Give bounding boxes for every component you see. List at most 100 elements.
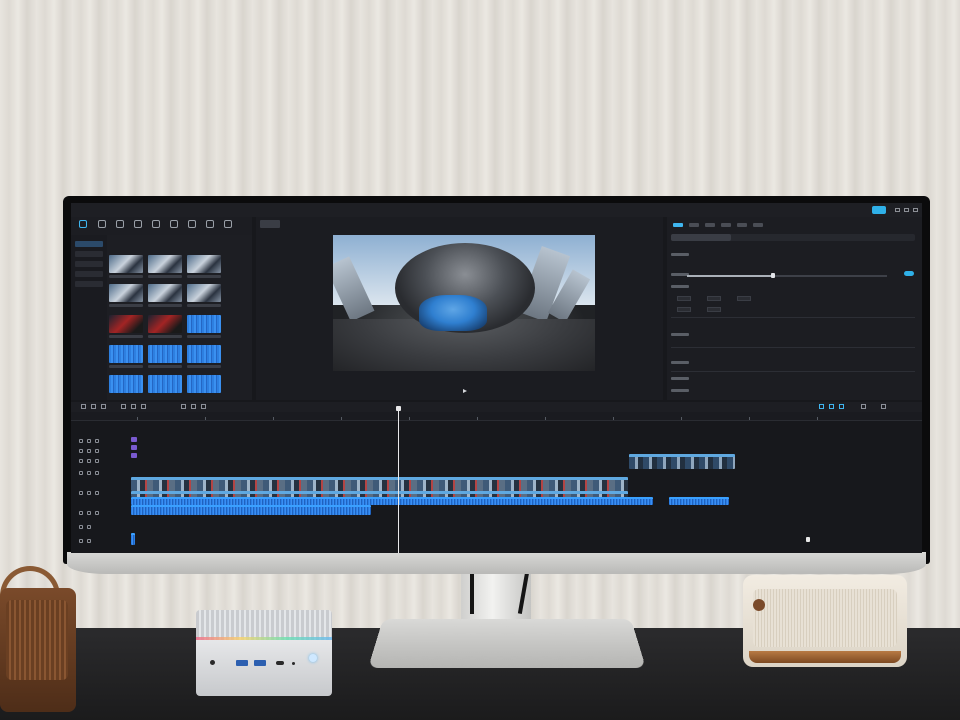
audio-thumbnail[interactable] [109, 375, 143, 393]
media-thumbnail[interactable] [148, 255, 182, 273]
timeline-ruler[interactable] [71, 412, 922, 421]
minimize-icon[interactable] [895, 208, 900, 212]
eye-icon[interactable] [87, 491, 91, 495]
playhead[interactable] [398, 406, 399, 553]
magnet-icon[interactable] [819, 404, 824, 409]
scale-slider[interactable] [687, 273, 887, 278]
text-icon[interactable] [116, 220, 124, 228]
audio-icon[interactable] [98, 220, 106, 228]
media-thumbnail[interactable] [148, 315, 182, 333]
value-field[interactable] [677, 307, 691, 312]
delete-icon[interactable] [131, 404, 136, 409]
eye-icon[interactable] [87, 539, 91, 543]
lock-icon[interactable] [79, 491, 83, 495]
media-icon[interactable] [79, 220, 87, 228]
lock-icon[interactable] [79, 525, 83, 529]
mirror-icon[interactable] [181, 404, 186, 409]
sidebar-item[interactable] [75, 281, 103, 287]
value-field[interactable] [677, 296, 691, 301]
audio-clip[interactable] [131, 497, 653, 505]
main-video-clip[interactable] [131, 477, 628, 491]
audio-icon[interactable] [95, 471, 99, 475]
zoom-out-icon[interactable] [861, 404, 866, 409]
audio-thumbnail[interactable] [187, 345, 221, 363]
undo-icon[interactable] [91, 404, 96, 409]
slider-handle[interactable] [771, 273, 775, 278]
eye-icon[interactable] [87, 459, 91, 463]
playhead-handle[interactable] [396, 406, 401, 411]
select-icon[interactable] [81, 404, 86, 409]
media-thumbnail[interactable] [148, 284, 182, 302]
toggle-switch[interactable] [904, 271, 914, 276]
audio-icon[interactable] [95, 449, 99, 453]
transition-icon[interactable] [170, 220, 178, 228]
media-thumbnail[interactable] [109, 255, 143, 273]
preview-axis-icon[interactable] [839, 404, 844, 409]
media-thumbnail[interactable] [109, 284, 143, 302]
close-icon[interactable] [913, 208, 918, 212]
audio-thumbnail[interactable] [187, 315, 221, 333]
maximize-icon[interactable] [904, 208, 909, 212]
audio-thumbnail[interactable] [109, 345, 143, 363]
media-thumbnail[interactable] [109, 315, 143, 333]
media-thumbnail[interactable] [187, 284, 221, 302]
audio-icon[interactable] [95, 439, 99, 443]
adjust-icon[interactable] [206, 220, 214, 228]
lock-icon[interactable] [79, 539, 83, 543]
sticker-clip[interactable] [131, 453, 137, 458]
properties-tab[interactable] [721, 223, 731, 227]
link-icon[interactable] [829, 404, 834, 409]
monitor-screen [71, 203, 922, 553]
sticker-clip[interactable] [131, 437, 137, 442]
eye-icon[interactable] [87, 439, 91, 443]
audio-thumbnail[interactable] [187, 375, 221, 393]
ruler-tick [681, 417, 682, 420]
lock-icon[interactable] [79, 471, 83, 475]
media-thumbnail[interactable] [187, 255, 221, 273]
value-field[interactable] [707, 307, 721, 312]
sidebar-item[interactable] [75, 251, 103, 257]
properties-tab[interactable] [689, 223, 699, 227]
export-button[interactable] [872, 206, 886, 214]
lock-icon[interactable] [79, 449, 83, 453]
audio-thumbnail[interactable] [148, 345, 182, 363]
sticker-clip[interactable] [131, 445, 137, 450]
template-icon[interactable] [224, 220, 232, 228]
lock-icon[interactable] [79, 439, 83, 443]
eye-icon[interactable] [87, 511, 91, 515]
audio-clip[interactable] [669, 497, 729, 505]
zoom-in-icon[interactable] [881, 404, 886, 409]
filter-icon[interactable] [188, 220, 196, 228]
eye-icon[interactable] [87, 525, 91, 529]
overlay-video-clip[interactable] [629, 454, 735, 469]
split-icon[interactable] [121, 404, 126, 409]
play-icon[interactable] [463, 389, 467, 393]
properties-tab[interactable] [753, 223, 763, 227]
redo-icon[interactable] [101, 404, 106, 409]
properties-tab[interactable] [673, 223, 683, 227]
rotate-icon[interactable] [191, 404, 196, 409]
eye-icon[interactable] [87, 471, 91, 475]
audio-icon[interactable] [95, 491, 99, 495]
audio-thumbnail[interactable] [148, 375, 182, 393]
audio-icon[interactable] [95, 459, 99, 463]
lock-icon[interactable] [79, 511, 83, 515]
value-field[interactable] [737, 296, 751, 301]
crop-icon[interactable] [141, 404, 146, 409]
lock-icon[interactable] [79, 459, 83, 463]
properties-tab[interactable] [705, 223, 715, 227]
rotate-icon[interactable] [201, 404, 206, 409]
sidebar-item[interactable] [75, 241, 103, 247]
audio-clip[interactable] [131, 533, 135, 545]
sidebar-item[interactable] [75, 261, 103, 267]
eye-icon[interactable] [87, 449, 91, 453]
properties-tab[interactable] [737, 223, 747, 227]
audio-icon[interactable] [95, 511, 99, 515]
segmented-control[interactable] [671, 234, 915, 241]
sidebar-item[interactable] [75, 271, 103, 277]
value-field[interactable] [707, 296, 721, 301]
effects-icon[interactable] [152, 220, 160, 228]
audio-clip[interactable] [131, 505, 371, 515]
sticker-icon[interactable] [134, 220, 142, 228]
thumbnail-caption [109, 275, 143, 278]
